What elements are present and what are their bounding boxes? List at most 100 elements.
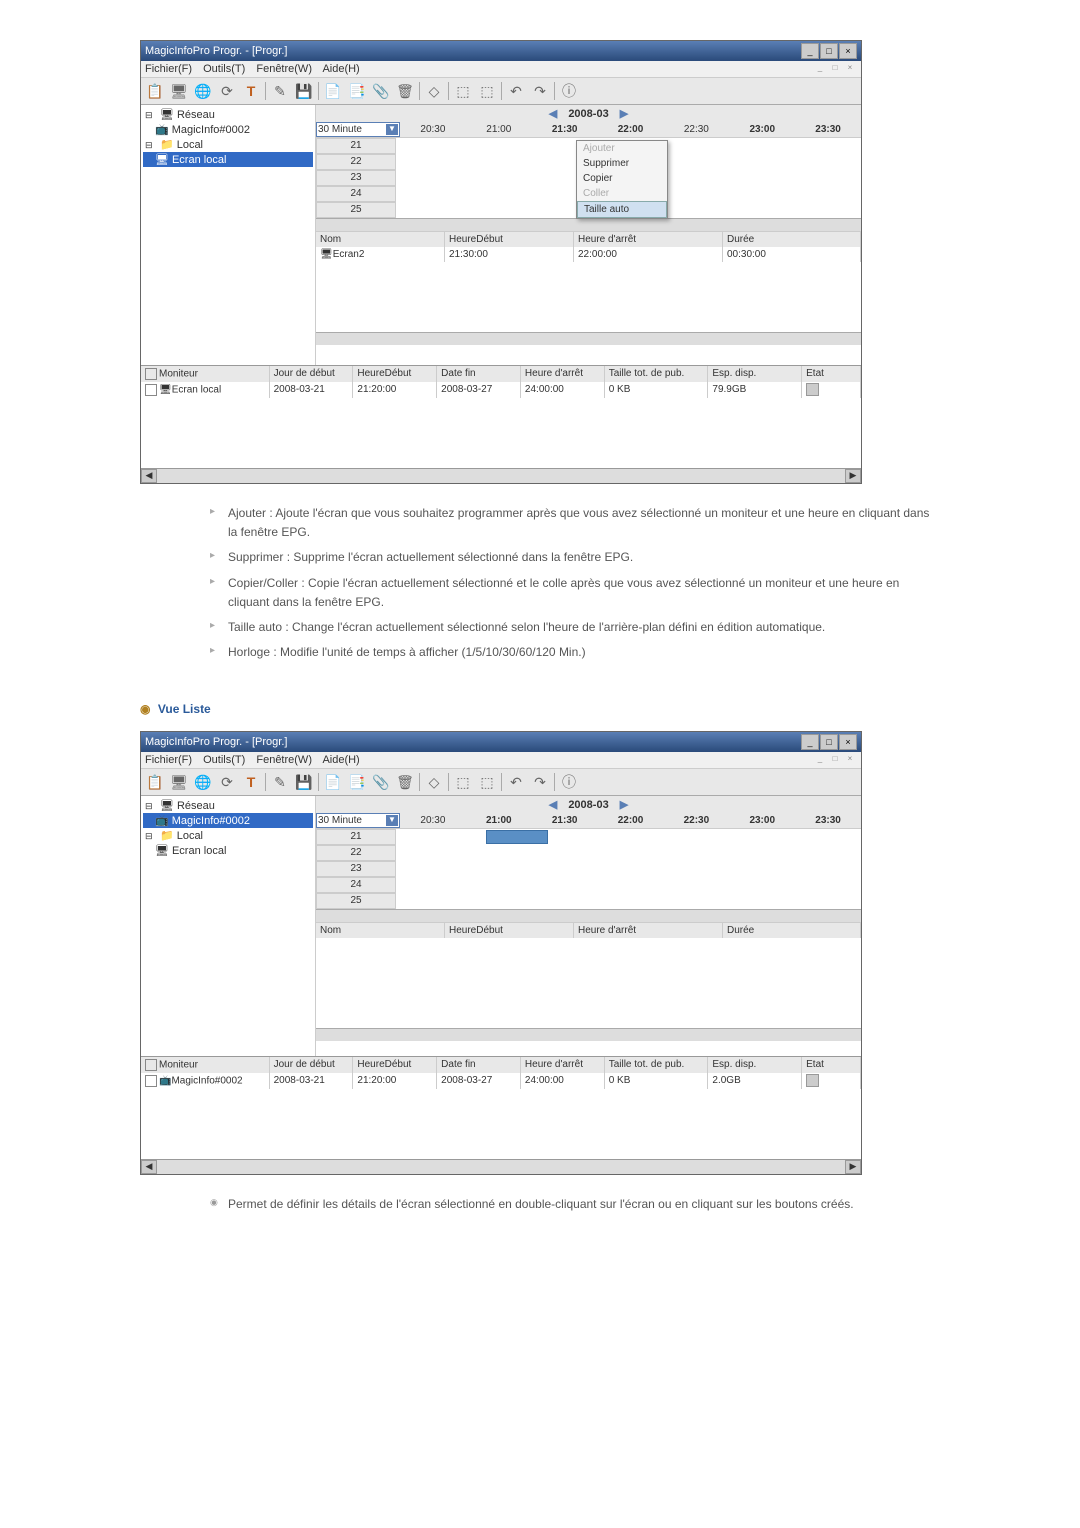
tree-reseau[interactable]: ⊟🖥Réseau — [143, 107, 313, 122]
sub-restore-icon[interactable]: □ — [828, 754, 842, 766]
tool-icon-3[interactable]: 🌐 — [193, 81, 213, 101]
context-autosize[interactable]: Taille auto — [577, 201, 667, 218]
minimize-icon[interactable]: _ — [801, 43, 819, 59]
info-icon[interactable]: ⓘ — [559, 772, 579, 792]
tree-magicinfo-selected[interactable]: 📺MagicInfo#0002 — [143, 813, 313, 828]
tool-icon-7[interactable]: 💾 — [294, 81, 314, 101]
maximize-icon[interactable]: □ — [820, 734, 838, 750]
schedule-row[interactable]: 🖥Ecran2 21:30:00 22:00:00 00:30:00 — [316, 247, 861, 262]
tool-icon-5[interactable]: T — [241, 81, 261, 101]
sub-minimize-icon[interactable]: _ — [813, 63, 827, 75]
undo-icon[interactable]: ↶ — [506, 772, 526, 792]
tool-icon-8[interactable]: 📄 — [323, 81, 343, 101]
sub-restore-icon[interactable]: □ — [828, 63, 842, 75]
tool-icon-2[interactable]: 🖥 — [169, 81, 189, 101]
section-title: ◉ Vue Liste — [140, 702, 940, 716]
scroll-left-icon: ◀ — [141, 1160, 157, 1174]
tool-icon-3[interactable]: 🌐 — [193, 772, 213, 792]
tool-icon-6[interactable]: ✎ — [270, 81, 290, 101]
tree-local[interactable]: ⊟📁Local — [143, 137, 313, 152]
toolbar: 📋 🖥 🌐 ⟳ T ✎ 💾 📄 📑 📎 🗑 ◇ ⬚ ⬚ ↶ ↷ ⓘ — [141, 78, 861, 105]
menu-file[interactable]: Fichier(F) — [145, 63, 192, 75]
interval-select[interactable]: 30 Minute▼ — [316, 813, 400, 828]
bottom-hscroll[interactable]: ◀ ▶ — [141, 468, 861, 483]
tool-icon-1[interactable]: 📋 — [145, 772, 165, 792]
feature-list-2: Permet de définir les détails de l'écran… — [170, 1195, 940, 1214]
tree-reseau[interactable]: ⊟🖥Réseau — [143, 798, 313, 813]
maximize-icon[interactable]: □ — [820, 43, 838, 59]
menu-file[interactable]: Fichier(F) — [145, 754, 192, 766]
tool-icon-2[interactable]: 🖥 — [169, 772, 189, 792]
tool-icon-6[interactable]: ✎ — [270, 772, 290, 792]
menu-tools[interactable]: Outils(T) — [203, 63, 245, 75]
context-copy[interactable]: Copier — [577, 171, 667, 186]
next-month-icon[interactable]: ▶ — [612, 799, 636, 811]
redo-icon[interactable]: ↷ — [530, 772, 550, 792]
minimize-icon[interactable]: _ — [801, 734, 819, 750]
close-icon[interactable]: × — [839, 43, 857, 59]
checkbox[interactable] — [145, 384, 157, 396]
tool-icon-8[interactable]: 📄 — [323, 772, 343, 792]
interval-select[interactable]: 30 Minute▼ — [316, 122, 400, 137]
prev-month-icon[interactable]: ◀ — [541, 799, 565, 811]
tree-ecran-local[interactable]: 🖥Ecran local — [143, 843, 313, 858]
tool-icon-4[interactable]: ⟳ — [217, 772, 237, 792]
epg-hscroll[interactable] — [316, 218, 861, 231]
list-hscroll[interactable] — [316, 1028, 861, 1041]
tree-local[interactable]: ⊟📁Local — [143, 828, 313, 843]
menu-help[interactable]: Aide(H) — [322, 63, 359, 75]
tool-icon-10[interactable]: 📎 — [371, 772, 391, 792]
menu-help[interactable]: Aide(H) — [322, 754, 359, 766]
tool-icon-7[interactable]: 💾 — [294, 772, 314, 792]
prev-month-icon[interactable]: ◀ — [541, 108, 565, 120]
tool-icon-14[interactable]: ⬚ — [477, 81, 497, 101]
dropdown-icon[interactable]: ▼ — [386, 815, 398, 826]
tool-icon-12[interactable]: ◇ — [424, 772, 444, 792]
epg-program-block[interactable] — [486, 830, 548, 844]
tool-icon-14[interactable]: ⬚ — [477, 772, 497, 792]
info-icon[interactable]: ⓘ — [559, 81, 579, 101]
checkbox[interactable] — [145, 368, 157, 380]
bottom-hscroll[interactable]: ◀ ▶ — [141, 1159, 861, 1174]
undo-icon[interactable]: ↶ — [506, 81, 526, 101]
menu-window[interactable]: Fenêtre(W) — [256, 63, 312, 75]
close-icon[interactable]: × — [839, 734, 857, 750]
sub-close-icon[interactable]: × — [843, 754, 857, 766]
tree-magicinfo[interactable]: 📺MagicInfo#0002 — [143, 122, 313, 137]
bullet-autosize: Taille auto : Change l'écran actuellemen… — [210, 618, 940, 637]
context-paste[interactable]: Coller — [577, 186, 667, 201]
tool-icon-13[interactable]: ⬚ — [453, 772, 473, 792]
tool-icon-10[interactable]: 📎 — [371, 81, 391, 101]
tool-icon-9[interactable]: 📑 — [347, 772, 367, 792]
tree-ecran-local-selected[interactable]: 🖥Ecran local — [143, 152, 313, 167]
menu-tools[interactable]: Outils(T) — [203, 754, 245, 766]
tool-icon-11[interactable]: 🗑 — [395, 772, 415, 792]
epg-hscroll[interactable] — [316, 909, 861, 922]
menu-window[interactable]: Fenêtre(W) — [256, 754, 312, 766]
next-month-icon[interactable]: ▶ — [612, 108, 636, 120]
tree-pane: ⊟🖥Réseau 📺MagicInfo#0002 ⊟📁Local 🖥Ecran … — [141, 105, 316, 365]
tool-icon-12[interactable]: ◇ — [424, 81, 444, 101]
bottom-row[interactable]: 📺MagicInfo#0002 2008-03-21 21:20:00 2008… — [141, 1073, 861, 1089]
tool-icon-1[interactable]: 📋 — [145, 81, 165, 101]
dropdown-icon[interactable]: ▼ — [386, 124, 398, 135]
checkbox[interactable] — [145, 1059, 157, 1071]
bullet-clock: Horloge : Modifie l'unité de temps à aff… — [210, 643, 940, 662]
epg-body[interactable]: 21 22 23 24 25 Ajouter Supprimer Copier … — [316, 138, 861, 218]
context-add[interactable]: Ajouter — [577, 141, 667, 156]
context-delete[interactable]: Supprimer — [577, 156, 667, 171]
tool-icon-4[interactable]: ⟳ — [217, 81, 237, 101]
time-col: 22:00 — [598, 122, 664, 137]
redo-icon[interactable]: ↷ — [530, 81, 550, 101]
tree-pane: ⊟🖥Réseau 📺MagicInfo#0002 ⊟📁Local 🖥Ecran … — [141, 796, 316, 1056]
tool-icon-11[interactable]: 🗑 — [395, 81, 415, 101]
tool-icon-9[interactable]: 📑 — [347, 81, 367, 101]
checkbox[interactable] — [145, 1075, 157, 1087]
tool-icon-13[interactable]: ⬚ — [453, 81, 473, 101]
bottom-row[interactable]: 🖥Ecran local 2008-03-21 21:20:00 2008-03… — [141, 382, 861, 398]
list-hscroll[interactable] — [316, 332, 861, 345]
tool-icon-5[interactable]: T — [241, 772, 261, 792]
epg-body[interactable]: 21 22 23 24 25 — [316, 829, 861, 909]
sub-minimize-icon[interactable]: _ — [813, 754, 827, 766]
sub-close-icon[interactable]: × — [843, 63, 857, 75]
